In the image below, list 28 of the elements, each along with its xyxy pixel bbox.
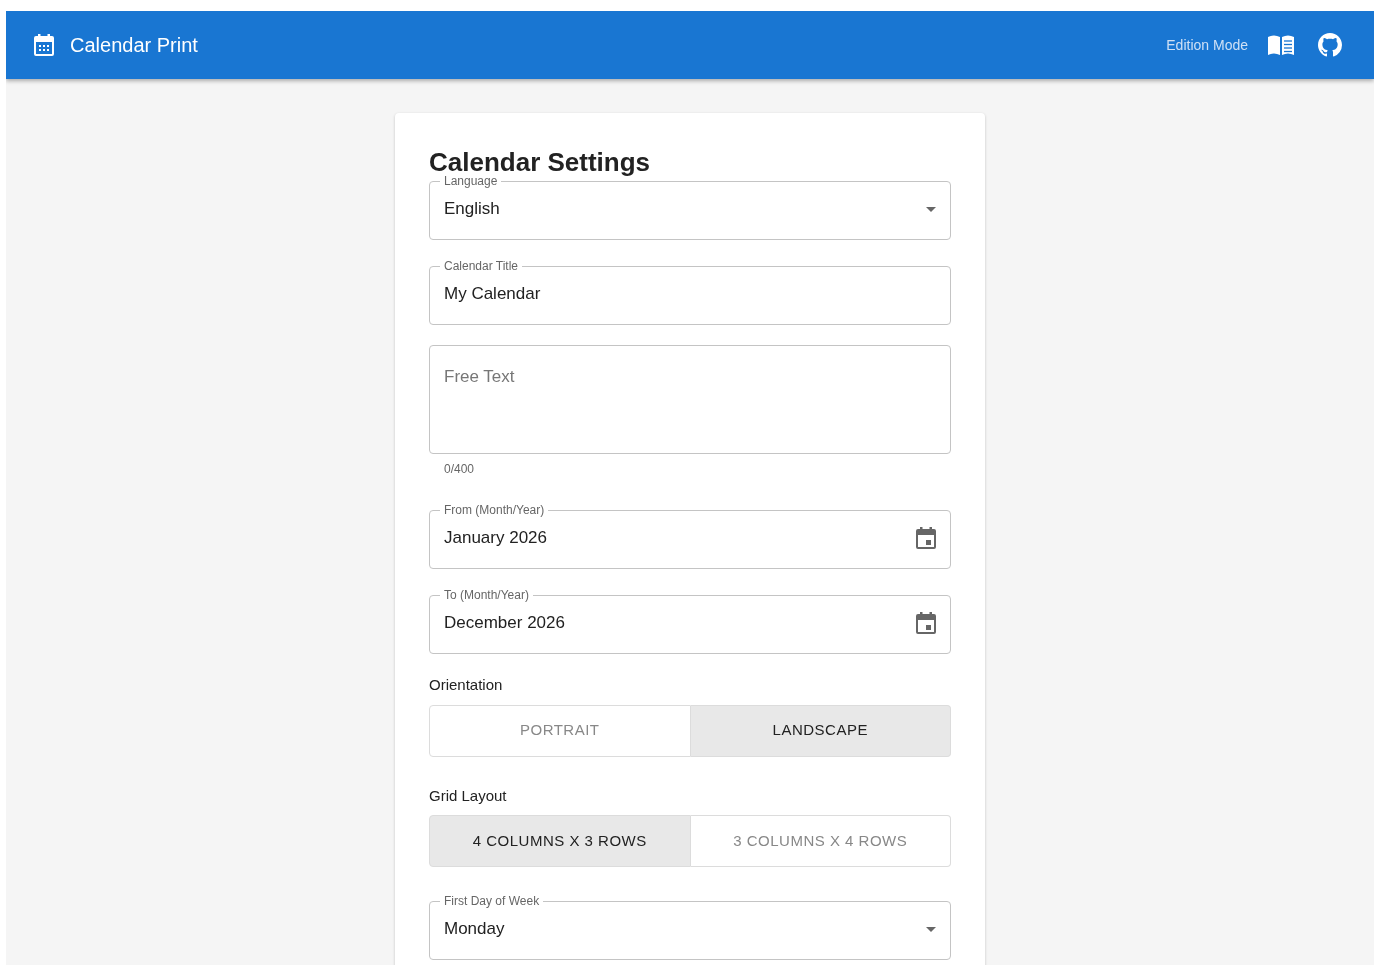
github-icon[interactable] [1318,33,1342,57]
toggle-option[interactable]: 4 COLUMNS X 3 ROWS [429,815,691,868]
group-label: Grid Layout [429,785,508,806]
calendar-icon[interactable] [916,612,936,635]
dropdown-field[interactable]: First Day of Week Monday [429,895,951,961]
toggle-option[interactable]: PORTRAIT [429,704,691,757]
card-heading: Calendar Settings [429,147,652,177]
toggle-option[interactable]: LANDSCAPE [690,704,951,757]
book-icon[interactable] [1268,35,1294,55]
app-title: Calendar Print [70,33,198,58]
field-label: Calendar Title [443,260,520,273]
field-label: From (Month/Year) [443,504,546,517]
field-label: Language [443,175,499,188]
caret-icon [926,926,936,932]
calendar-icon[interactable] [916,527,936,550]
input-field[interactable]: Calendar Title My Calendar [429,260,951,326]
group-label: Orientation [429,675,504,696]
text-area[interactable]: Free Text [429,345,951,455]
caret-icon [926,206,936,212]
date-field[interactable]: To (Month/Year) December 2026 [429,589,951,655]
mode-label: Edition Mode [1166,35,1248,55]
toggle-option[interactable]: 3 COLUMNS X 4 ROWS [690,815,951,868]
field-label: First Day of Week [443,895,541,908]
date-field[interactable]: From (Month/Year) January 2026 [429,504,951,570]
dropdown-field[interactable]: Language English [429,175,951,241]
character-counter: 0/400 [444,461,476,479]
calendar-icon [34,34,54,56]
field-label: To (Month/Year) [443,589,530,602]
